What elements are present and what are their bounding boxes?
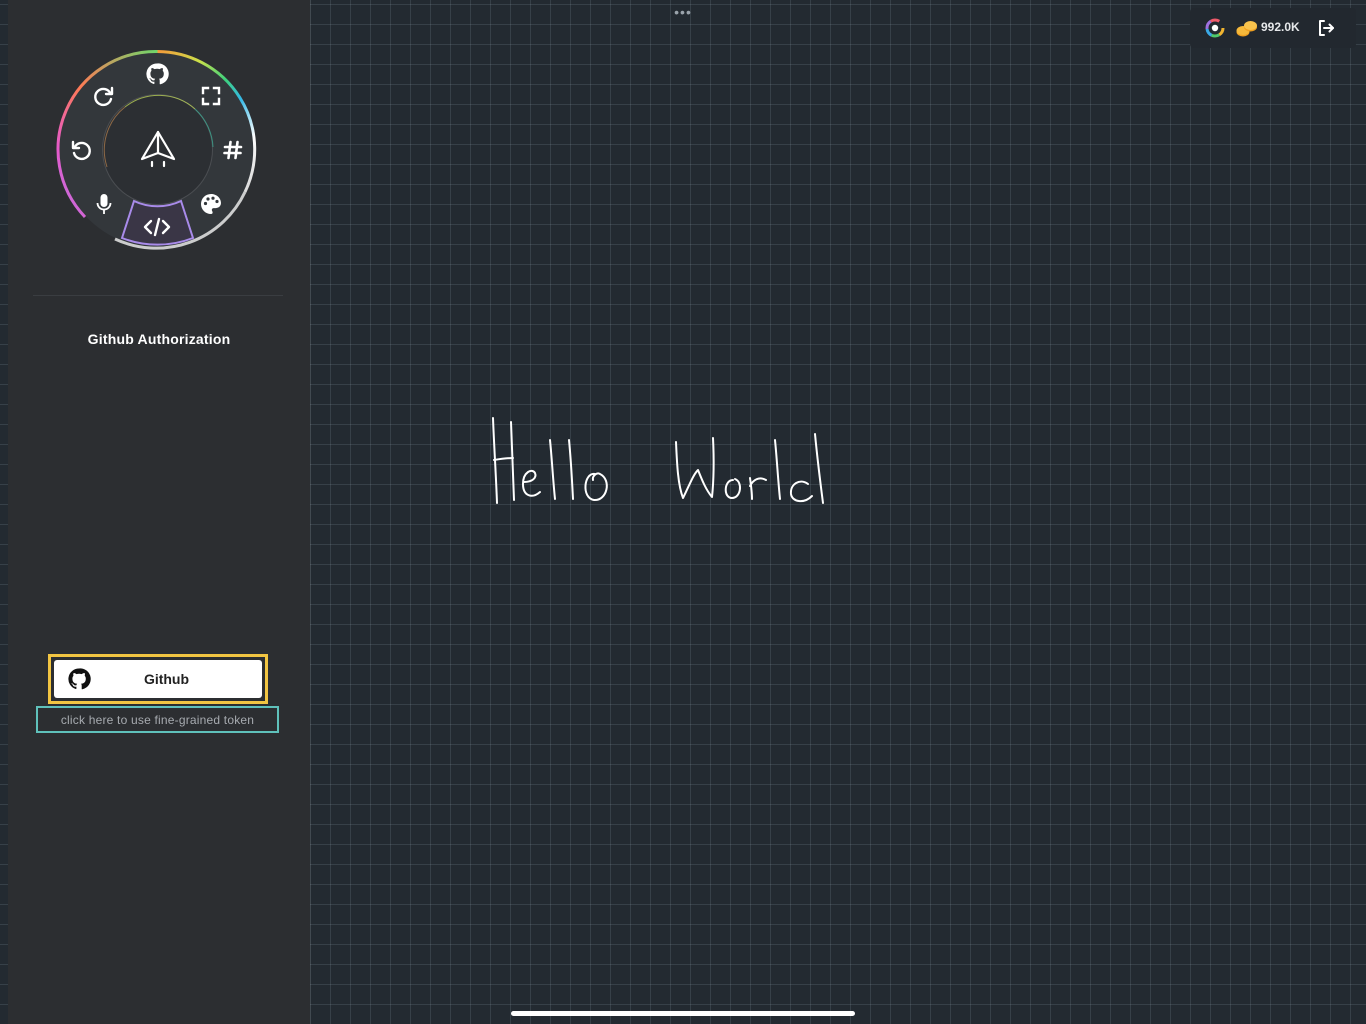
home-indicator[interactable] [511, 1011, 855, 1016]
send-center-button[interactable] [107, 99, 208, 200]
hashtag-icon [223, 140, 243, 160]
sidebar-edge [310, 0, 311, 1024]
github-icon [146, 63, 169, 85]
fine-grained-token-link[interactable]: click here to use fine-grained token [36, 706, 279, 733]
undo-menu-button[interactable] [64, 133, 98, 167]
github-icon [67, 667, 91, 691]
github-menu-button[interactable] [140, 57, 174, 91]
more-options-button[interactable]: ••• [668, 4, 698, 20]
coin-balance: 992.0K [1261, 20, 1300, 34]
logout-icon[interactable] [1316, 18, 1336, 38]
code-icon [143, 217, 171, 237]
sidebar-divider [33, 295, 283, 296]
coins-icon [1235, 16, 1259, 40]
handwritten-hello-world [492, 417, 824, 504]
github-login-button[interactable]: Github [54, 660, 262, 698]
color-wheel-icon[interactable] [1204, 17, 1226, 39]
hashtag-menu-button[interactable] [216, 133, 250, 167]
github-button-highlight: Github [48, 654, 268, 704]
radial-menu [55, 47, 260, 252]
paper-plane-icon [140, 130, 175, 167]
github-button-label: Github [143, 671, 190, 687]
code-menu-button[interactable] [140, 210, 174, 244]
github-authorization-title: Github Authorization [87, 331, 231, 347]
undo-icon [71, 140, 91, 161]
